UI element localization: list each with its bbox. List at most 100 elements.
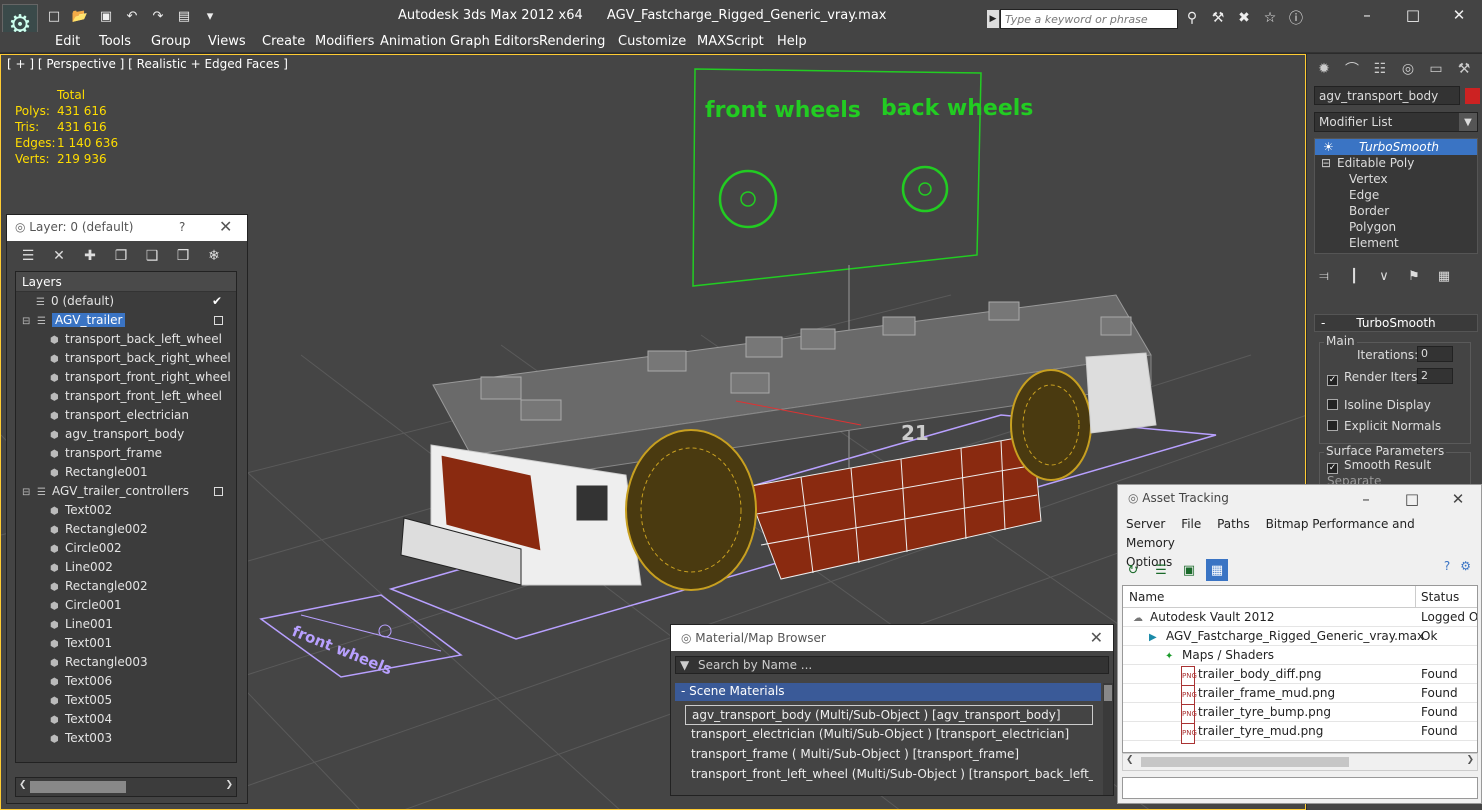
thumbnail-view-icon[interactable]: ▣	[1178, 559, 1200, 581]
layer-object-row[interactable]: ⬢ Rectangle001	[16, 463, 236, 482]
front-wheels-controller-circle[interactable]	[718, 169, 778, 229]
maximize-icon[interactable]: □	[1389, 485, 1435, 513]
stack-subobject-polygon[interactable]: Polygon	[1315, 219, 1477, 235]
save-file-icon[interactable]: ▣	[96, 6, 116, 26]
remove-modifier-icon[interactable]: ⚑	[1404, 266, 1424, 286]
menu-rendering[interactable]: Rendering	[539, 34, 605, 49]
make-unique-icon[interactable]: ∨	[1374, 266, 1394, 286]
communication-icon[interactable]: ✖	[1234, 8, 1254, 28]
scroll-thumb[interactable]	[1141, 757, 1349, 767]
explicit-normals-checkbox[interactable]	[1327, 420, 1338, 431]
scroll-thumb[interactable]	[1104, 685, 1112, 701]
object-name-field[interactable]: agv_transport_body	[1314, 86, 1460, 105]
stack-subobject-border[interactable]: Border	[1315, 203, 1477, 219]
viewport-label[interactable]: [ + ] [ Perspective ] [ Realistic + Edge…	[7, 57, 288, 71]
menu-animation[interactable]: Animation	[380, 34, 446, 49]
undo-icon[interactable]: ↶	[122, 6, 142, 26]
asset-row[interactable]: ▶ AGV_Fastcharge_Rigged_Generic_vray.max O…	[1123, 627, 1477, 646]
utilities-tab-icon[interactable]: ⚒	[1453, 58, 1475, 80]
menu-help[interactable]: Help	[777, 34, 807, 49]
layer-object-row[interactable]: ⬢ Rectangle002	[16, 577, 236, 596]
layer-row[interactable]: ⊟ ☰ AGV_trailer	[16, 311, 236, 330]
back-wheels-controller-circle[interactable]	[901, 165, 949, 213]
material-vertical-scrollbar[interactable]	[1103, 683, 1113, 795]
collapse-minus-icon[interactable]: ⊟	[22, 483, 32, 502]
asset-horizontal-scrollbar[interactable]: ❮ ❯	[1122, 753, 1478, 771]
layer-object-row[interactable]: ⬢ Text001	[16, 634, 236, 653]
layer-row[interactable]: ☰ 0 (default) ✔	[16, 292, 236, 311]
scroll-left-icon[interactable]: ❮	[19, 780, 27, 790]
menu-server[interactable]: Server	[1126, 517, 1165, 531]
highlight-layer-icon[interactable]: ❑	[141, 246, 163, 266]
list-view-icon[interactable]: ☰	[1150, 559, 1172, 581]
asset-row[interactable]: PNGtrailer_tyre_mud.png Found	[1123, 722, 1477, 744]
scroll-right-icon[interactable]: ❯	[225, 780, 233, 790]
menu-paths[interactable]: Paths	[1217, 517, 1250, 531]
isoline-display-checkbox[interactable]	[1327, 399, 1338, 410]
infocenter-search-input[interactable]: Type a keyword or phrase	[1000, 9, 1178, 29]
column-status[interactable]: Status	[1421, 590, 1459, 604]
show-end-result-icon[interactable]: ┃	[1344, 266, 1364, 286]
render-iters-spinner[interactable]: 2	[1417, 368, 1453, 384]
select-objects-icon[interactable]: ❐	[110, 246, 132, 266]
menu-customize[interactable]: Customize	[618, 34, 686, 49]
smooth-result-checkbox[interactable]: ✓	[1327, 463, 1338, 474]
layer-object-row[interactable]: ⬢ agv_transport_body	[16, 425, 236, 444]
delete-layer-icon[interactable]: ✕	[48, 246, 70, 266]
create-layer-icon[interactable]: ☰	[17, 246, 39, 266]
layer-object-row[interactable]: ⬢ transport_front_left_wheel	[16, 387, 236, 406]
set-current-layer-box[interactable]	[214, 487, 223, 496]
object-color-swatch[interactable]	[1465, 88, 1480, 104]
layer-row[interactable]: ⊟ ☰ AGV_trailer_controllers	[16, 482, 236, 501]
stack-subobject-element[interactable]: Element	[1315, 235, 1477, 251]
layer-panel-close-icon[interactable]: ✕	[219, 217, 232, 236]
lightbulb-icon[interactable]: ☀	[1323, 139, 1334, 155]
layer-object-row[interactable]: ⬢ transport_frame	[16, 444, 236, 463]
layer-object-row[interactable]: ⬢ transport_electrician	[16, 406, 236, 425]
layer-object-row[interactable]: ⬢ Rectangle003	[16, 653, 236, 672]
material-search-input[interactable]: ▼ Search by Name ...	[675, 656, 1109, 674]
layer-horizontal-scrollbar[interactable]: ❮ ❯	[15, 777, 237, 797]
asset-row[interactable]: PNGtrailer_body_diff.png Found	[1123, 665, 1477, 687]
menu-bitmap-performance[interactable]: Bitmap Performance and Memory	[1126, 517, 1415, 550]
binoculars-icon[interactable]: ⚲	[1182, 8, 1202, 28]
stack-item-turbosmooth[interactable]: ☀ TurboSmooth	[1315, 139, 1477, 155]
asset-row[interactable]: PNGtrailer_tyre_bump.png Found	[1123, 703, 1477, 725]
settings-icon[interactable]: ⚙	[1460, 559, 1471, 573]
layers-column-header[interactable]: Layers	[16, 272, 236, 292]
menu-modifiers[interactable]: Modifiers	[315, 34, 374, 49]
material-row[interactable]: agv_transport_body (Multi/Sub-Object ) […	[685, 705, 1093, 725]
active-layer-check-icon[interactable]: ✔	[212, 292, 222, 311]
layer-object-row[interactable]: ⬢ Text005	[16, 691, 236, 710]
layer-object-row[interactable]: ⬢ transport_front_right_wheel	[16, 368, 236, 387]
iterations-spinner[interactable]: 0	[1417, 346, 1453, 362]
configure-sets-icon[interactable]: ▦	[1434, 266, 1454, 286]
stack-subobject-edge[interactable]: Edge	[1315, 187, 1477, 203]
motion-tab-icon[interactable]: ◎	[1397, 58, 1419, 80]
menu-tools[interactable]: Tools	[99, 34, 131, 49]
close-icon[interactable]: ✕	[1436, 0, 1482, 30]
asset-path-field[interactable]	[1122, 777, 1478, 799]
asset-row[interactable]: ✦ Maps / Shaders	[1123, 646, 1477, 665]
hierarchy-tab-icon[interactable]: ☷	[1369, 58, 1391, 80]
material-row[interactable]: transport_front_left_wheel (Multi/Sub-Ob…	[685, 765, 1093, 785]
qat-dropdown-icon[interactable]: ▾	[200, 6, 220, 26]
asset-row[interactable]: PNGtrailer_frame_mud.png Found	[1123, 684, 1477, 706]
column-name[interactable]: Name	[1129, 590, 1164, 604]
display-tab-icon[interactable]: ▭	[1425, 58, 1447, 80]
project-folder-icon[interactable]: ▤	[174, 6, 194, 26]
scroll-right-icon[interactable]: ❯	[1466, 755, 1474, 765]
asset-row[interactable]: ☁ Autodesk Vault 2012 Logged Ou	[1123, 608, 1477, 627]
scene-materials-group[interactable]: - Scene Materials	[675, 683, 1101, 701]
help-icon[interactable]: ⓘ	[1286, 8, 1306, 28]
menu-group[interactable]: Group	[151, 34, 191, 49]
help-icon[interactable]: ?	[1444, 559, 1450, 573]
new-scene-icon[interactable]: □	[44, 6, 64, 26]
create-tab-icon[interactable]: ✹	[1313, 58, 1335, 80]
menu-maxscript[interactable]: MAXScript	[697, 34, 764, 49]
modifier-list-dropdown[interactable]: Modifier List ▼	[1314, 112, 1478, 132]
search-options-icon[interactable]: ▼	[680, 658, 689, 672]
menu-views[interactable]: Views	[208, 34, 246, 49]
scroll-left-icon[interactable]: ❮	[1126, 755, 1134, 765]
collapse-minus-icon[interactable]: ⊟	[22, 312, 32, 331]
